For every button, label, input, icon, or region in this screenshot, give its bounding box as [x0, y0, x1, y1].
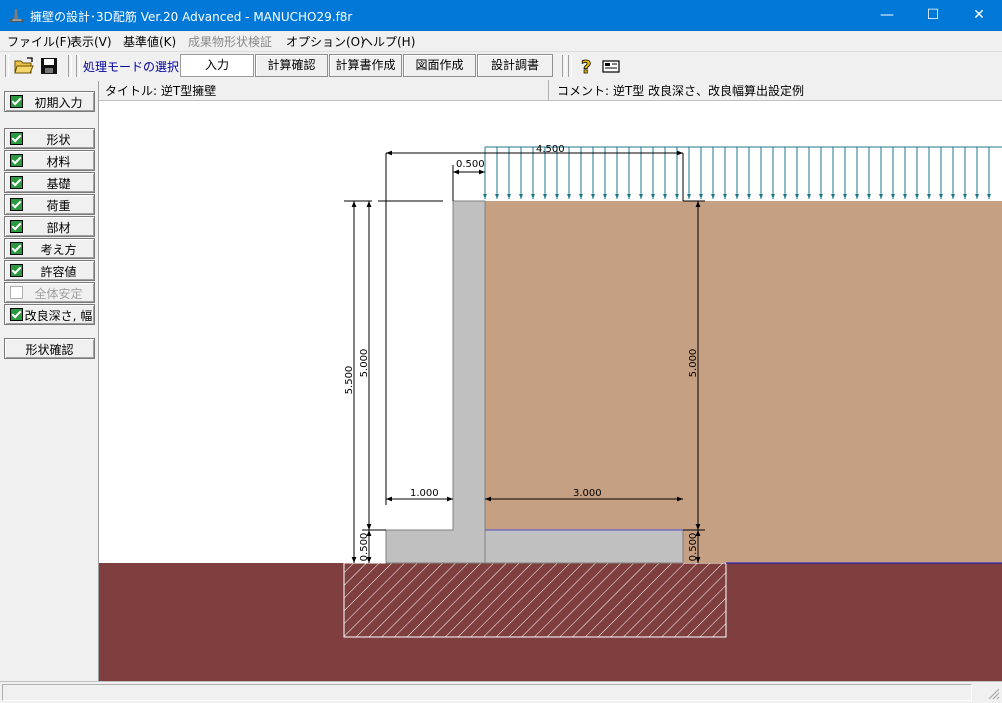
side-item-global-stability: 全体安定 — [4, 282, 95, 303]
side-item-allowable[interactable]: 許容値 — [4, 260, 95, 281]
calculator-icon[interactable] — [600, 55, 622, 77]
checkbox-checked-icon — [10, 154, 23, 167]
side-item-label: 考え方 — [40, 243, 77, 257]
checkbox-checked-icon — [10, 95, 23, 108]
side-item-label: 荷重 — [46, 199, 71, 213]
side-item-member[interactable]: 部材 — [4, 216, 95, 237]
menu-standards[interactable]: 基準値(K) — [123, 33, 176, 50]
dim-toe-length: 1.000 — [410, 488, 439, 499]
resize-grip-icon[interactable] — [986, 686, 1000, 700]
side-item-approach[interactable]: 考え方 — [4, 238, 95, 259]
title-bar: 擁壁の設計･3D配筋 Ver.20 Advanced - MANUCHO29.f… — [0, 0, 1002, 31]
minimize-button[interactable]: — — [864, 0, 910, 31]
menu-bar: ファイル(F) 表示(V) 基準値(K) 成果物形状検証 オプション(O) ヘル… — [0, 31, 1002, 51]
initial-input-label: 初期入力 — [34, 96, 83, 110]
dim-footing-right: 0.500 — [688, 533, 699, 562]
checkbox-checked-icon — [10, 198, 23, 211]
status-pane — [2, 684, 972, 701]
dim-stem-height-right: 5.000 — [688, 349, 699, 378]
maximize-button[interactable]: ☐ — [910, 0, 956, 31]
dim-stem-height-left: 5.000 — [359, 349, 370, 378]
side-item-label: 全体安定 — [34, 287, 83, 301]
toolbar-separator — [568, 55, 572, 77]
menu-options[interactable]: オプション(O) — [286, 33, 365, 50]
checkbox-checked-icon — [10, 132, 23, 145]
side-item-foundation[interactable]: 基礎 — [4, 172, 95, 193]
mode-calc-check-button[interactable]: 計算確認 — [255, 54, 328, 77]
side-item-load[interactable]: 荷重 — [4, 194, 95, 215]
comment-field: コメント: 逆T型 改良深さ、改良幅算出設定例 — [557, 84, 805, 98]
dim-footing-left: 0.500 — [359, 533, 370, 562]
window-title: 擁壁の設計･3D配筋 Ver.20 Advanced - MANUCHO29.f… — [30, 10, 353, 24]
mode-design-sheet-button[interactable]: 設計調書 — [477, 54, 553, 77]
shape-check-button[interactable]: 形状確認 — [4, 338, 95, 359]
side-item-label: 許容値 — [40, 265, 77, 279]
retaining-wall-drawing: 4.500 0.500 5.500 5.000 0.500 5.000 0.50… — [99, 144, 1002, 681]
menu-deliverable-check: 成果物形状検証 — [188, 35, 273, 49]
side-item-material[interactable]: 材料 — [4, 150, 95, 171]
mode-select-label: 処理モードの選択 — [83, 60, 180, 74]
checkbox-checked-icon — [10, 242, 23, 255]
dim-stem-top-width: 0.500 — [456, 159, 485, 170]
save-icon[interactable] — [38, 55, 60, 77]
side-item-label: 部材 — [46, 221, 71, 235]
info-divider — [548, 80, 549, 100]
initial-input-button[interactable]: 初期入力 — [4, 91, 95, 112]
mode-drawing-button[interactable]: 図面作成 — [403, 54, 476, 77]
side-item-label: 材料 — [46, 155, 71, 169]
close-button[interactable]: ✕ — [956, 0, 1002, 31]
menu-view[interactable]: 表示(V) — [70, 33, 112, 50]
toolbar-separator — [562, 55, 566, 77]
dim-surcharge-width: 4.500 — [536, 144, 565, 155]
dim-total-height: 5.500 — [344, 366, 355, 395]
shape-check-label: 形状確認 — [25, 343, 74, 357]
checkbox-checked-icon — [10, 264, 23, 277]
checkbox-checked-icon — [10, 176, 23, 189]
title-field: タイトル: 逆T型擁壁 — [105, 84, 217, 98]
svg-text:?: ? — [581, 57, 591, 77]
info-bar: タイトル: 逆T型擁壁 コメント: 逆T型 改良深さ、改良幅算出設定例 — [99, 80, 1002, 101]
dim-heel-length: 3.000 — [573, 488, 602, 499]
checkbox-checked-icon — [10, 220, 23, 233]
drawing-canvas[interactable]: 4.500 0.500 5.500 5.000 0.500 5.000 0.50… — [99, 101, 1002, 681]
checkbox-unchecked-icon — [10, 286, 23, 299]
open-folder-icon[interactable] — [13, 55, 35, 77]
toolbar-separator — [5, 55, 9, 77]
improvement-zone-hatch — [344, 563, 726, 637]
checkbox-checked-icon — [10, 308, 23, 321]
toolbar: 処理モードの選択 入力 計算確認 計算書作成 図面作成 設計調書 ? — [0, 51, 1002, 82]
side-item-improvement[interactable]: 改良深さ, 幅 — [4, 304, 95, 325]
side-panel: 初期入力 形状 材料 基礎 荷重 部材 考え方 許容値 全体安定 改良深さ, 幅… — [0, 81, 99, 681]
menu-file[interactable]: ファイル(F) — [7, 33, 71, 50]
backfill-soil-right — [683, 201, 1002, 563]
toolbar-separator — [76, 55, 80, 77]
mode-report-button[interactable]: 計算書作成 — [329, 54, 402, 77]
side-item-label: 改良深さ, 幅 — [24, 309, 93, 323]
side-item-label: 形状 — [46, 133, 71, 147]
app-icon — [10, 9, 24, 22]
side-item-shape[interactable]: 形状 — [4, 128, 95, 149]
help-icon[interactable]: ? — [576, 55, 598, 77]
status-bar — [0, 681, 1002, 703]
menu-help[interactable]: ヘルプ(H) — [361, 33, 415, 50]
toolbar-separator — [68, 55, 72, 77]
mode-input-button[interactable]: 入力 — [180, 54, 254, 77]
side-item-label: 基礎 — [46, 177, 71, 191]
